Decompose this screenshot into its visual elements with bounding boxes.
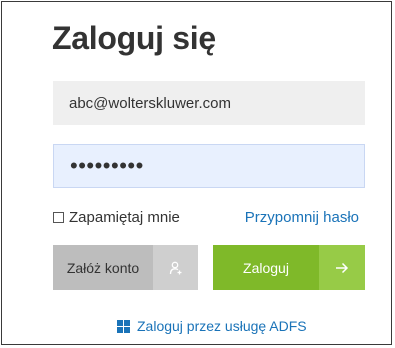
adfs-label: Zaloguj przez usługę ADFS xyxy=(137,318,307,334)
login-panel: Zaloguj się ••••••••• Zapamiętaj mnie Pr… xyxy=(1,1,392,345)
login-label: Zaloguj xyxy=(243,259,289,276)
remember-checkbox[interactable] xyxy=(53,212,64,223)
password-field[interactable]: ••••••••• xyxy=(53,144,365,188)
email-field[interactable] xyxy=(53,81,365,125)
forgot-password-link[interactable]: Przypomnij hasło xyxy=(245,209,359,226)
login-button[interactable]: Zaloguj xyxy=(213,245,365,290)
page-title: Zaloguj się xyxy=(52,20,216,56)
create-account-label: Załóż konto xyxy=(66,259,140,276)
create-account-button[interactable]: Załóż konto xyxy=(53,245,198,290)
remember-label: Zapamiętaj mnie xyxy=(69,209,180,226)
remember-me[interactable]: Zapamiętaj mnie xyxy=(53,209,180,226)
adfs-login-link[interactable]: Zaloguj przez usługę ADFS xyxy=(117,318,307,334)
windows-logo-icon xyxy=(117,319,130,333)
password-mask: ••••••••• xyxy=(70,153,144,178)
arrow-right-icon xyxy=(319,245,365,290)
add-user-icon xyxy=(153,245,198,290)
